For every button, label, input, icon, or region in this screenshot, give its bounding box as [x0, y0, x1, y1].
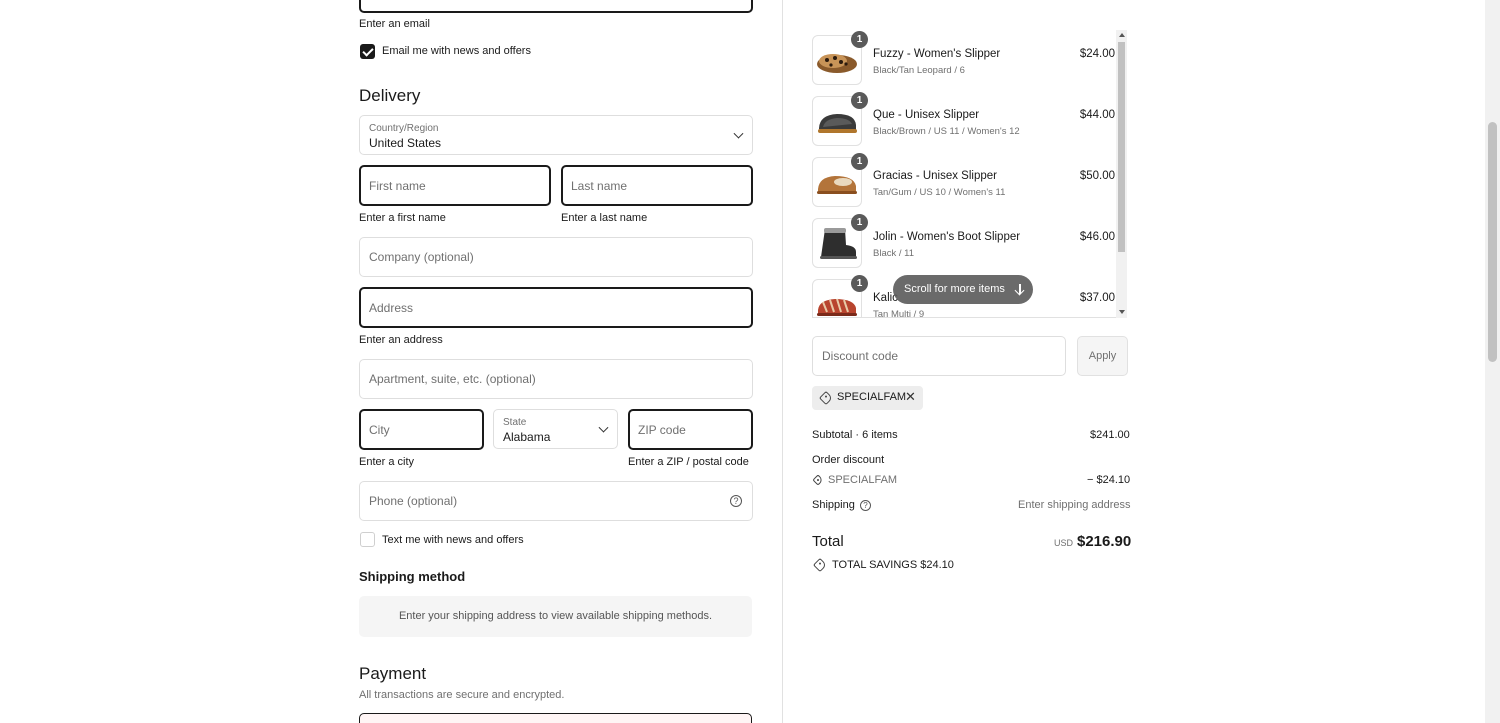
- item-variant: Black/Tan Leopard / 6: [873, 65, 965, 76]
- city-placeholder: City: [369, 422, 390, 437]
- email-error: Enter an email: [359, 18, 430, 30]
- last-name-error: Enter a last name: [561, 212, 648, 224]
- item-variant: Tan/Gum / US 10 / Women's 11: [873, 187, 1006, 198]
- items-scrollbar[interactable]: [1116, 30, 1127, 318]
- text-offers-label: Text me with news and offers: [382, 534, 524, 546]
- product-image: 1: [812, 214, 868, 268]
- chevron-down-icon: [733, 128, 744, 139]
- email-offers-checkbox[interactable]: [360, 44, 375, 59]
- item-variant: Black/Brown / US 11 / Women's 12: [873, 126, 1020, 137]
- phone-field[interactable]: Phone (optional) ?: [359, 481, 753, 521]
- company-field[interactable]: Company (optional): [359, 237, 753, 277]
- address-error: Enter an address: [359, 334, 443, 346]
- arrow-down-icon: [1019, 284, 1021, 294]
- page-scrollbar[interactable]: [1485, 0, 1500, 723]
- currency-code: USD: [1054, 538, 1074, 548]
- first-name-placeholder: First name: [369, 178, 426, 193]
- country-label: Country/Region: [369, 123, 439, 134]
- subtotal-label: Subtotal · 6 items: [812, 429, 898, 441]
- help-icon[interactable]: ?: [860, 500, 871, 511]
- payment-subtext: All transactions are secure and encrypte…: [359, 689, 565, 701]
- quantity-badge: 1: [851, 92, 868, 109]
- checkout-form: Enter an email Email me with news and of…: [0, 0, 782, 723]
- city-error: Enter a city: [359, 456, 415, 468]
- zip-field[interactable]: ZIP code: [628, 409, 753, 450]
- item-title: Jolin - Women's Boot Slipper: [873, 231, 1021, 243]
- country-select[interactable]: Country/Region United States: [359, 115, 753, 155]
- list-item: 1 Fuzzy - Women's Slipper Black/Tan Leop…: [812, 30, 1115, 91]
- product-image: 1: [812, 31, 868, 85]
- city-field[interactable]: City: [359, 409, 484, 450]
- item-variant: Tan Multi / 9: [873, 309, 925, 318]
- order-discount-label: Order discount: [812, 454, 885, 466]
- first-name-error: Enter a first name: [359, 212, 446, 224]
- shipping-method-heading: Shipping method: [359, 569, 466, 584]
- item-title: Que - Unisex Slipper: [873, 109, 980, 121]
- item-price: $46.00: [1079, 231, 1115, 243]
- list-item: 1 Gracias - Unisex Slipper Tan/Gum / US …: [812, 152, 1115, 213]
- quantity-badge: 1: [851, 31, 868, 48]
- shipping-method-message: Enter your shipping address to view avai…: [359, 596, 752, 637]
- state-label: State: [503, 417, 527, 428]
- country-value: United States: [369, 136, 442, 150]
- apartment-placeholder: Apartment, suite, etc. (optional): [369, 372, 536, 386]
- applied-code-chip: SPECIALFAM ✕: [812, 386, 923, 410]
- chevron-down-icon: [598, 422, 609, 433]
- list-item: 1 Que - Unisex Slipper Black/Brown / US …: [812, 91, 1115, 152]
- scroll-up-icon[interactable]: [1119, 33, 1125, 37]
- payment-heading: Payment: [359, 664, 427, 683]
- quantity-badge: 1: [851, 275, 868, 292]
- item-price: $44.00: [1079, 109, 1115, 121]
- scrollbar-thumb[interactable]: [1488, 122, 1497, 362]
- scroll-hint-label: Scroll for more items: [904, 283, 1005, 295]
- item-price: $50.00: [1079, 170, 1115, 182]
- total-value: $216.90: [1077, 533, 1132, 550]
- state-value: Alabama: [503, 430, 551, 444]
- scroll-for-more-button[interactable]: Scroll for more items: [893, 275, 1033, 304]
- item-title: Gracias - Unisex Slipper: [873, 170, 997, 182]
- item-variant: Black / 11: [873, 248, 915, 259]
- item-price: $24.00: [1079, 48, 1115, 60]
- applied-code-label: SPECIALFAM: [837, 391, 907, 403]
- discount-value: − $24.10: [1087, 474, 1131, 486]
- address-field[interactable]: Address: [359, 287, 753, 328]
- total-label: Total: [812, 533, 844, 550]
- apartment-field[interactable]: Apartment, suite, etc. (optional): [359, 359, 753, 399]
- list-item: 1 Jolin - Women's Boot Slipper Black / 1…: [812, 213, 1115, 274]
- discount-code-line: SPECIALFAM: [828, 474, 898, 486]
- discount-placeholder: Discount code: [822, 349, 899, 363]
- zip-error: Enter a ZIP / postal code: [628, 456, 749, 468]
- phone-placeholder: Phone (optional): [369, 494, 458, 508]
- product-image: 1: [812, 153, 868, 207]
- email-offers-label: Email me with news and offers: [382, 45, 531, 57]
- last-name-field[interactable]: Last name: [561, 165, 753, 206]
- company-placeholder: Company (optional): [369, 250, 474, 264]
- quantity-badge: 1: [851, 153, 868, 170]
- shipping-value: Enter shipping address: [1018, 499, 1131, 511]
- address-placeholder: Address: [369, 300, 414, 315]
- shipping-label: Shipping: [812, 499, 855, 511]
- payment-option-box[interactable]: [359, 713, 752, 723]
- state-select[interactable]: State Alabama: [493, 409, 618, 449]
- discount-code-input[interactable]: Discount code: [812, 336, 1066, 376]
- help-icon[interactable]: ?: [730, 495, 742, 507]
- tag-icon: [818, 390, 834, 406]
- scrollbar-thumb[interactable]: [1118, 42, 1125, 252]
- product-image: 1: [812, 275, 868, 317]
- item-title: Fuzzy - Women's Slipper: [873, 48, 1001, 60]
- remove-code-icon[interactable]: ✕: [905, 389, 916, 405]
- zip-placeholder: ZIP code: [638, 422, 686, 437]
- total-savings: TOTAL SAVINGS $24.10: [832, 559, 954, 571]
- apply-button[interactable]: Apply: [1077, 336, 1128, 376]
- delivery-heading: Delivery: [359, 86, 421, 105]
- last-name-placeholder: Last name: [571, 178, 628, 193]
- text-offers-checkbox[interactable]: [360, 532, 375, 547]
- email-field[interactable]: [359, 0, 753, 13]
- scroll-down-icon[interactable]: [1119, 310, 1125, 314]
- product-image: 1: [812, 92, 868, 146]
- item-price: $37.00: [1079, 292, 1115, 304]
- subtotal-value: $241.00: [1090, 429, 1130, 441]
- first-name-field[interactable]: First name: [359, 165, 551, 206]
- quantity-badge: 1: [851, 214, 868, 231]
